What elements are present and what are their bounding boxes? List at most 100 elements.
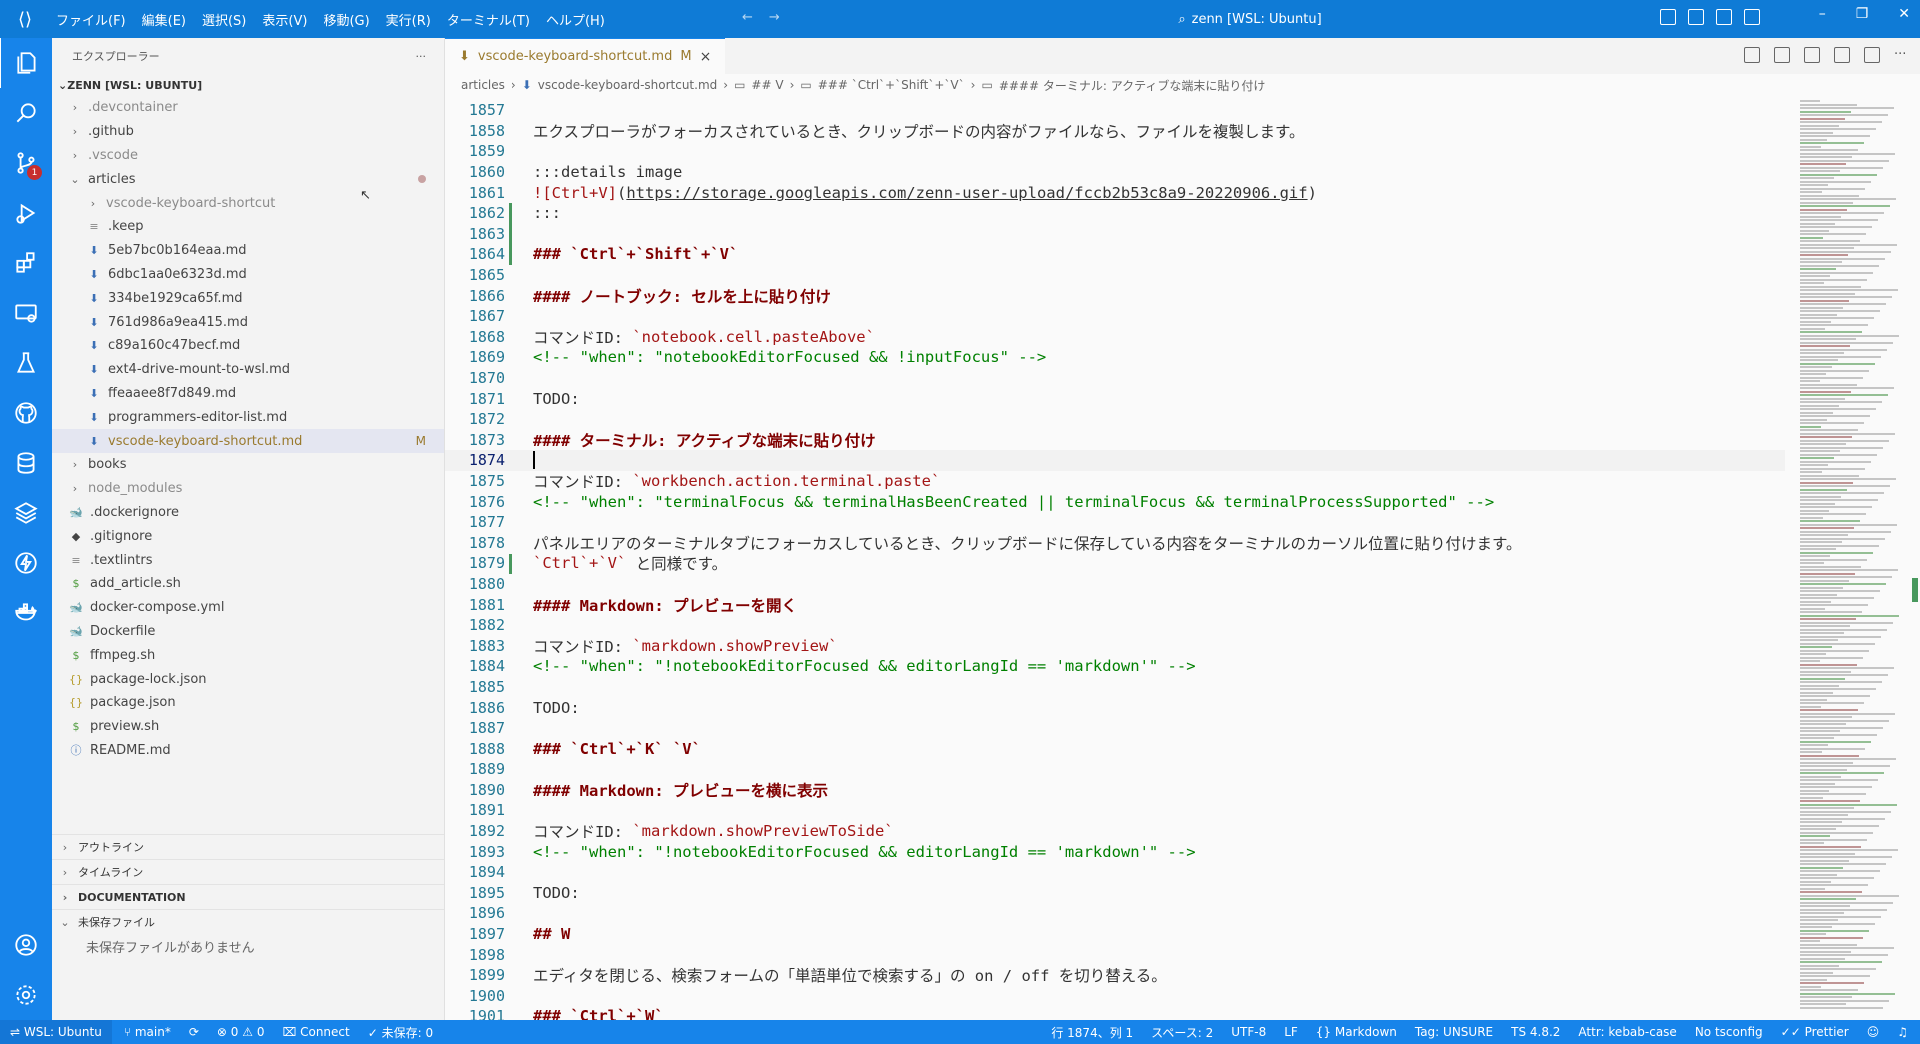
customize-layout-icon[interactable] xyxy=(1744,9,1760,25)
workspace-root[interactable]: ⌄ ZENN [WSL: UBUNTU] xyxy=(52,74,444,96)
split-editor-icon[interactable] xyxy=(1864,47,1880,63)
preview-to-side-icon[interactable] xyxy=(1834,47,1850,63)
notifications-bell-icon[interactable]: ♫ xyxy=(1897,1025,1908,1039)
language-mode[interactable]: {} Markdown xyxy=(1316,1025,1397,1039)
tag-status[interactable]: Tag: UNSURE xyxy=(1415,1025,1493,1039)
encoding[interactable]: UTF-8 xyxy=(1231,1025,1266,1039)
back-arrow-icon[interactable]: ← xyxy=(742,10,753,25)
breadcrumb-item[interactable]: ### `Ctrl`+`Shift`+`V` xyxy=(818,78,965,92)
menu-item[interactable]: 移動(G) xyxy=(317,6,375,33)
restore-icon[interactable]: ❐ xyxy=(1856,6,1869,22)
file-item[interactable]: 🐋 docker-compose.yml xyxy=(52,596,444,620)
folder-item[interactable]: › .devcontainer xyxy=(52,96,444,120)
forward-arrow-icon[interactable]: → xyxy=(769,10,780,25)
settings-gear-icon[interactable] xyxy=(0,970,52,1020)
file-item[interactable]: ◆ .gitignore xyxy=(52,524,444,548)
attr-status[interactable]: Attr: kebab-case xyxy=(1578,1025,1676,1039)
file-item[interactable]: $ add_article.sh xyxy=(52,572,444,596)
database-icon[interactable] xyxy=(0,438,52,488)
branch-item[interactable]: ⑂ main* xyxy=(124,1025,171,1039)
file-item[interactable]: ⬇ vscode-keyboard-shortcut.md M xyxy=(52,429,444,453)
file-item[interactable]: $ ffmpeg.sh xyxy=(52,643,444,667)
breadcrumb-item[interactable]: ## V xyxy=(751,78,783,92)
remote-indicator[interactable]: ⇌ WSL: Ubuntu xyxy=(0,1020,112,1044)
menu-item[interactable]: 編集(E) xyxy=(136,6,192,33)
run-debug-icon[interactable] xyxy=(0,188,52,238)
file-item[interactable]: ⬇ c89a160c47becf.md xyxy=(52,334,444,358)
code-editor[interactable]: 1857 1858 エクスプローラがフォーカスされているとき、クリップボードの内容が… xyxy=(445,100,1785,1020)
toggle-sidebar-icon[interactable] xyxy=(1660,9,1676,25)
folder-item[interactable]: › vscode-keyboard-shortcut xyxy=(52,191,444,215)
file-item[interactable]: ≡ .keep xyxy=(52,215,444,239)
indentation[interactable]: スペース: 2 xyxy=(1151,1024,1213,1041)
more-actions-icon[interactable]: ··· xyxy=(416,50,427,63)
menu-item[interactable]: 選択(S) xyxy=(196,6,252,33)
file-item[interactable]: {} package-lock.json xyxy=(52,667,444,691)
breadcrumb-item[interactable]: vscode-keyboard-shortcut.md xyxy=(538,78,717,92)
toggle-secondary-sidebar-icon[interactable] xyxy=(1716,9,1732,25)
sidebar-panel-header[interactable]: › DOCUMENTATION xyxy=(52,884,444,909)
ts-version[interactable]: TS 4.8.2 xyxy=(1511,1025,1560,1039)
folder-item[interactable]: › books xyxy=(52,453,444,477)
folder-item[interactable]: › node_modules xyxy=(52,477,444,501)
file-item[interactable]: ≡ .textlintrs xyxy=(52,548,444,572)
minimize-icon[interactable]: – xyxy=(1819,6,1826,22)
file-item[interactable]: 🐋 Dockerfile xyxy=(52,620,444,644)
breadcrumb-item[interactable]: #### ターミナル: アクティブな端末に貼り付け xyxy=(999,77,1266,94)
account-icon[interactable] xyxy=(0,920,52,970)
menu-item[interactable]: ターミナル(T) xyxy=(441,6,536,33)
folder-item[interactable]: › .github xyxy=(52,120,444,144)
open-preview-icon[interactable] xyxy=(1744,47,1760,63)
more-actions-icon[interactable]: ··· xyxy=(1894,47,1908,62)
end-of-line[interactable]: LF xyxy=(1284,1025,1298,1039)
source-control-icon[interactable]: 1 xyxy=(0,138,52,188)
file-item[interactable]: {} package.json xyxy=(52,691,444,715)
sidebar-panel-header[interactable]: › アウトライン xyxy=(52,834,444,859)
menu-item[interactable]: 表示(V) xyxy=(256,6,313,33)
problems-item[interactable]: ⊗ 0 ⚠ 0 xyxy=(217,1025,265,1039)
command-center[interactable]: ⌕ zenn [WSL: Ubuntu] xyxy=(1050,7,1450,31)
sidebar-panel-header[interactable]: ⌄ 未保存ファイル xyxy=(52,909,444,934)
timeline-history-icon[interactable] xyxy=(1774,47,1790,63)
file-item[interactable]: ⬇ ext4-drive-mount-to-wsl.md xyxy=(52,358,444,382)
sync-icon[interactable]: ⟳ xyxy=(189,1025,199,1039)
close-tab-icon[interactable]: × xyxy=(700,49,712,65)
layers-icon[interactable] xyxy=(0,488,52,538)
file-item[interactable]: ⬇ 334be1929ca65f.md xyxy=(52,286,444,310)
feedback-icon[interactable]: ☺ xyxy=(1867,1025,1880,1039)
sidebar-panel-header[interactable]: › タイムライン xyxy=(52,859,444,884)
open-changes-icon[interactable] xyxy=(1804,47,1820,63)
menu-item[interactable]: ヘルプ(H) xyxy=(540,6,611,33)
remote-explorer-icon[interactable] xyxy=(0,288,52,338)
testing-icon[interactable] xyxy=(0,338,52,388)
file-item[interactable]: ⬇ 6dbc1aa0e6323d.md xyxy=(52,263,444,287)
file-item[interactable]: ⓘ README.md xyxy=(52,739,444,763)
lightning-icon[interactable] xyxy=(0,538,52,588)
docker-icon[interactable] xyxy=(0,588,52,638)
breadcrumb-item[interactable]: articles xyxy=(461,78,505,92)
prettier-item[interactable]: ✓✓ Prettier xyxy=(1781,1025,1849,1039)
close-window-icon[interactable]: ✕ xyxy=(1898,6,1910,22)
minimap[interactable] xyxy=(1800,100,1908,1010)
menu-item[interactable]: ファイル(F) xyxy=(50,6,132,33)
tab-vscode-keyboard-shortcut[interactable]: ⬇ vscode-keyboard-shortcut.md M × xyxy=(445,38,726,74)
folder-item[interactable]: ⌄ articles xyxy=(52,167,444,191)
search-icon[interactable] xyxy=(0,88,52,138)
explorer-icon[interactable] xyxy=(0,38,53,88)
file-item[interactable]: ⬇ 5eb7bc0b164eaa.md xyxy=(52,239,444,263)
extensions-icon[interactable] xyxy=(0,238,52,288)
github-icon[interactable] xyxy=(0,388,52,438)
file-item[interactable]: 🐋 .dockerignore xyxy=(52,501,444,525)
file-item[interactable]: $ preview.sh xyxy=(52,715,444,739)
file-item[interactable]: ⬇ ffeaaee8f7d849.md xyxy=(52,382,444,406)
menu-item[interactable]: 実行(R) xyxy=(380,6,437,33)
tsconfig-status[interactable]: No tsconfig xyxy=(1695,1025,1763,1039)
file-item[interactable]: ⬇ 761d986a9ea415.md xyxy=(52,310,444,334)
scrollbar-indicator[interactable] xyxy=(1912,578,1918,602)
cursor-position[interactable]: 行 1874、列 1 xyxy=(1051,1024,1133,1041)
toggle-panel-icon[interactable] xyxy=(1688,9,1704,25)
unsaved-item[interactable]: ✓ 未保存: 0 xyxy=(368,1024,433,1041)
folder-item[interactable]: › .vscode xyxy=(52,144,444,168)
file-item[interactable]: ⬇ programmers-editor-list.md xyxy=(52,405,444,429)
connect-item[interactable]: ⌧ Connect xyxy=(282,1025,349,1039)
